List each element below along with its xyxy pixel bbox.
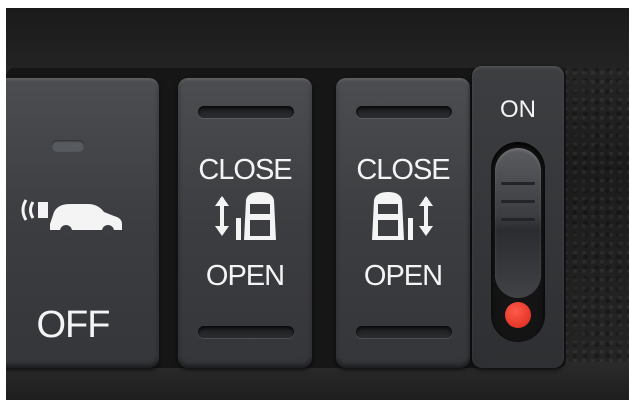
close-label: CLOSE	[356, 154, 450, 186]
control-panel-photo: OFF CLOSE OPEN CLOSE OPEN ON	[6, 8, 629, 400]
left-sliding-door-icon	[215, 192, 276, 240]
top-grip-groove	[198, 106, 294, 118]
open-label: OPEN	[363, 260, 443, 292]
bottom-grip-groove	[356, 326, 452, 338]
right-sliding-door-button[interactable]: CLOSE OPEN	[336, 78, 470, 368]
bottom-grip-groove	[198, 326, 294, 338]
knob-ridge	[501, 218, 535, 221]
top-grip-groove	[356, 106, 452, 118]
close-label: CLOSE	[198, 154, 292, 186]
knob-ridge	[501, 200, 535, 203]
off-label: OFF	[36, 304, 111, 346]
main-power-switch[interactable]: ON	[472, 66, 564, 368]
left-sliding-door-button[interactable]: CLOSE OPEN	[178, 78, 312, 368]
parking-sensor-off-button[interactable]: OFF	[6, 78, 159, 368]
dashboard-top-trim	[6, 8, 629, 68]
switch-knob[interactable]	[495, 148, 541, 298]
car-sensor-icon	[21, 199, 122, 237]
switch-slot	[491, 142, 545, 342]
status-indicator-dot	[505, 302, 531, 328]
on-label: ON	[500, 96, 536, 123]
open-label: OPEN	[205, 260, 285, 292]
knob-ridge	[501, 182, 535, 185]
right-sliding-door-icon	[372, 192, 433, 240]
indicator-light	[51, 140, 85, 152]
